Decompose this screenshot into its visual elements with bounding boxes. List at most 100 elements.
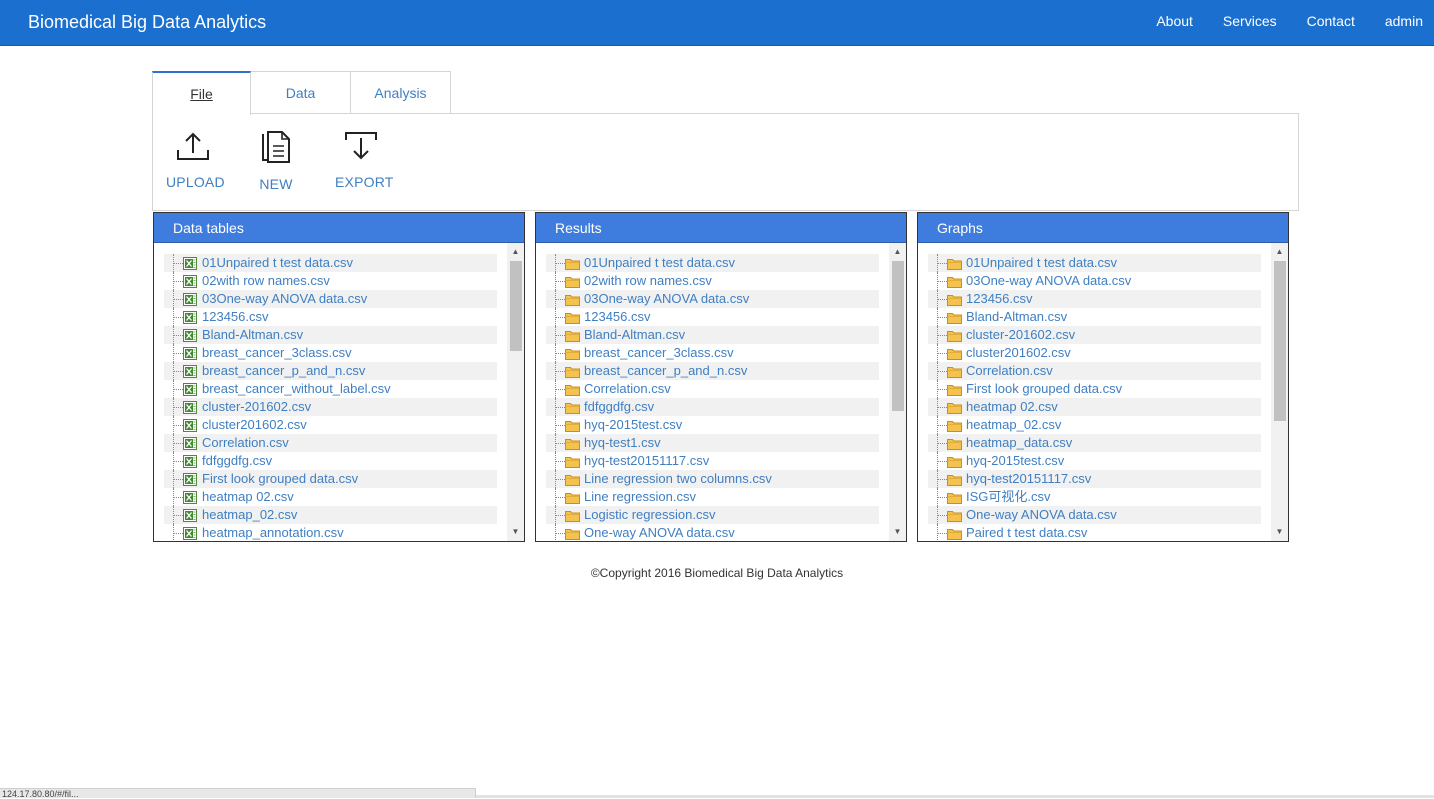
file-name[interactable]: 03One-way ANOVA data.csv xyxy=(202,290,367,308)
file-name[interactable]: hyq-test20151117.csv xyxy=(584,452,709,470)
file-list-item[interactable]: Correlation.csv xyxy=(164,434,497,452)
file-list-item[interactable]: fdfggdfg.csv xyxy=(164,452,497,470)
file-list-item[interactable]: Bland-Altman.csv xyxy=(928,308,1261,326)
file-name[interactable]: 03One-way ANOVA data.csv xyxy=(584,290,749,308)
scroll-up-arrow-icon[interactable]: ▲ xyxy=(889,245,906,259)
data-tables-scrollbar[interactable]: ▲ ▼ xyxy=(507,243,524,541)
file-list-item[interactable]: 01Unpaired t test data.csv xyxy=(164,254,497,272)
file-name[interactable]: heatmap_data.csv xyxy=(966,434,1072,452)
file-list-item[interactable]: heatmap_02.csv xyxy=(928,416,1261,434)
file-list-item[interactable]: Correlation.csv xyxy=(546,380,879,398)
file-name[interactable]: 02with row names.csv xyxy=(584,272,712,290)
file-list-item[interactable]: breast_cancer_p_and_n.csv xyxy=(546,362,879,380)
file-name[interactable]: breast_cancer_3class.csv xyxy=(584,344,734,362)
file-name[interactable]: heatmap 02.csv xyxy=(202,488,294,506)
file-list-item[interactable]: One-way ANOVA data.csv xyxy=(546,524,879,541)
nav-services-link[interactable]: Services xyxy=(1223,13,1277,30)
new-button[interactable]: NEW xyxy=(259,130,293,192)
file-name[interactable]: Correlation.csv xyxy=(966,362,1053,380)
file-name[interactable]: heatmap_annotation.csv xyxy=(202,524,344,541)
results-scrollbar[interactable]: ▲ ▼ xyxy=(889,243,906,541)
scroll-down-arrow-icon[interactable]: ▼ xyxy=(1271,525,1288,539)
file-list-item[interactable]: hyq-test20151117.csv xyxy=(928,470,1261,488)
file-name[interactable]: Logistic regression.csv xyxy=(584,506,716,524)
file-name[interactable]: cluster-201602.csv xyxy=(966,326,1075,344)
file-name[interactable]: breast_cancer_p_and_n.csv xyxy=(584,362,747,380)
file-name[interactable]: 123456.csv xyxy=(966,290,1033,308)
file-list-item[interactable]: hyq-2015test.csv xyxy=(546,416,879,434)
brand-title[interactable]: Biomedical Big Data Analytics xyxy=(28,11,266,33)
export-button[interactable]: EXPORT xyxy=(335,130,393,190)
file-list-item[interactable]: heatmap_data.csv xyxy=(928,434,1261,452)
file-name[interactable]: 123456.csv xyxy=(584,308,651,326)
file-list-item[interactable]: heatmap 02.csv xyxy=(164,488,497,506)
file-name[interactable]: breast_cancer_3class.csv xyxy=(202,344,352,362)
file-list-item[interactable]: ISG可视化.csv xyxy=(928,488,1261,506)
tab-file[interactable]: File xyxy=(152,71,251,115)
file-list-item[interactable]: breast_cancer_without_label.csv xyxy=(164,380,497,398)
file-list-item[interactable]: cluster201602.csv xyxy=(928,344,1261,362)
file-name[interactable]: breast_cancer_without_label.csv xyxy=(202,380,391,398)
file-name[interactable]: fdfggdfg.csv xyxy=(584,398,654,416)
file-name[interactable]: Bland-Altman.csv xyxy=(584,326,685,344)
file-list-item[interactable]: First look grouped data.csv xyxy=(928,380,1261,398)
scroll-thumb[interactable] xyxy=(892,261,904,411)
file-name[interactable]: First look grouped data.csv xyxy=(966,380,1122,398)
file-list-item[interactable]: 123456.csv xyxy=(928,290,1261,308)
file-name[interactable]: heatmap_02.csv xyxy=(966,416,1061,434)
file-list-item[interactable]: breast_cancer_3class.csv xyxy=(546,344,879,362)
file-name[interactable]: One-way ANOVA data.csv xyxy=(584,524,735,541)
file-list-item[interactable]: Paired t test data.csv xyxy=(928,524,1261,541)
file-name[interactable]: ISG可视化.csv xyxy=(966,488,1051,506)
tab-data[interactable]: Data xyxy=(251,71,351,114)
file-list-item[interactable]: One-way ANOVA data.csv xyxy=(928,506,1261,524)
file-name[interactable]: hyq-test1.csv xyxy=(584,434,661,452)
graphs-scrollbar[interactable]: ▲ ▼ xyxy=(1271,243,1288,541)
file-list-item[interactable]: hyq-2015test.csv xyxy=(928,452,1261,470)
file-name[interactable]: First look grouped data.csv xyxy=(202,470,358,488)
file-list-item[interactable]: Bland-Altman.csv xyxy=(164,326,497,344)
file-list-item[interactable]: cluster-201602.csv xyxy=(928,326,1261,344)
scroll-up-arrow-icon[interactable]: ▲ xyxy=(507,245,524,259)
file-name[interactable]: Paired t test data.csv xyxy=(966,524,1087,541)
file-name[interactable]: cluster201602.csv xyxy=(966,344,1071,362)
file-list-item[interactable]: 123456.csv xyxy=(546,308,879,326)
file-list-item[interactable]: fdfggdfg.csv xyxy=(546,398,879,416)
file-list-item[interactable]: Logistic regression.csv xyxy=(546,506,879,524)
file-list-item[interactable]: 01Unpaired t test data.csv xyxy=(928,254,1261,272)
file-name[interactable]: heatmap 02.csv xyxy=(966,398,1058,416)
file-list-item[interactable]: 03One-way ANOVA data.csv xyxy=(546,290,879,308)
file-list-item[interactable]: cluster201602.csv xyxy=(164,416,497,434)
file-list-item[interactable]: Line regression two columns.csv xyxy=(546,470,879,488)
file-list-item[interactable]: heatmap 02.csv xyxy=(928,398,1261,416)
file-name[interactable]: Bland-Altman.csv xyxy=(202,326,303,344)
file-list-item[interactable]: Correlation.csv xyxy=(928,362,1261,380)
file-name[interactable]: hyq-2015test.csv xyxy=(584,416,682,434)
file-list-item[interactable]: 01Unpaired t test data.csv xyxy=(546,254,879,272)
file-name[interactable]: Correlation.csv xyxy=(202,434,289,452)
tab-analysis[interactable]: Analysis xyxy=(351,71,451,114)
file-list-item[interactable]: 02with row names.csv xyxy=(546,272,879,290)
file-name[interactable]: 02with row names.csv xyxy=(202,272,330,290)
file-list-item[interactable]: 02with row names.csv xyxy=(164,272,497,290)
file-list-item[interactable]: hyq-test20151117.csv xyxy=(546,452,879,470)
file-list-item[interactable]: breast_cancer_3class.csv xyxy=(164,344,497,362)
file-list-item[interactable]: cluster-201602.csv xyxy=(164,398,497,416)
file-list-item[interactable]: hyq-test1.csv xyxy=(546,434,879,452)
file-name[interactable]: cluster-201602.csv xyxy=(202,398,311,416)
file-name[interactable]: Line regression two columns.csv xyxy=(584,470,772,488)
file-list-item[interactable]: heatmap_annotation.csv xyxy=(164,524,497,541)
file-list-item[interactable]: 03One-way ANOVA data.csv xyxy=(928,272,1261,290)
scroll-thumb[interactable] xyxy=(1274,261,1286,421)
upload-button[interactable]: UPLOAD xyxy=(166,130,225,190)
file-name[interactable]: Line regression.csv xyxy=(584,488,696,506)
file-list-item[interactable]: First look grouped data.csv xyxy=(164,470,497,488)
scroll-down-arrow-icon[interactable]: ▼ xyxy=(507,525,524,539)
file-name[interactable]: Bland-Altman.csv xyxy=(966,308,1067,326)
file-name[interactable]: One-way ANOVA data.csv xyxy=(966,506,1117,524)
file-name[interactable]: 01Unpaired t test data.csv xyxy=(584,254,735,272)
file-list-item[interactable]: Bland-Altman.csv xyxy=(546,326,879,344)
file-name[interactable]: hyq-test20151117.csv xyxy=(966,470,1091,488)
file-name[interactable]: 01Unpaired t test data.csv xyxy=(202,254,353,272)
file-name[interactable]: cluster201602.csv xyxy=(202,416,307,434)
